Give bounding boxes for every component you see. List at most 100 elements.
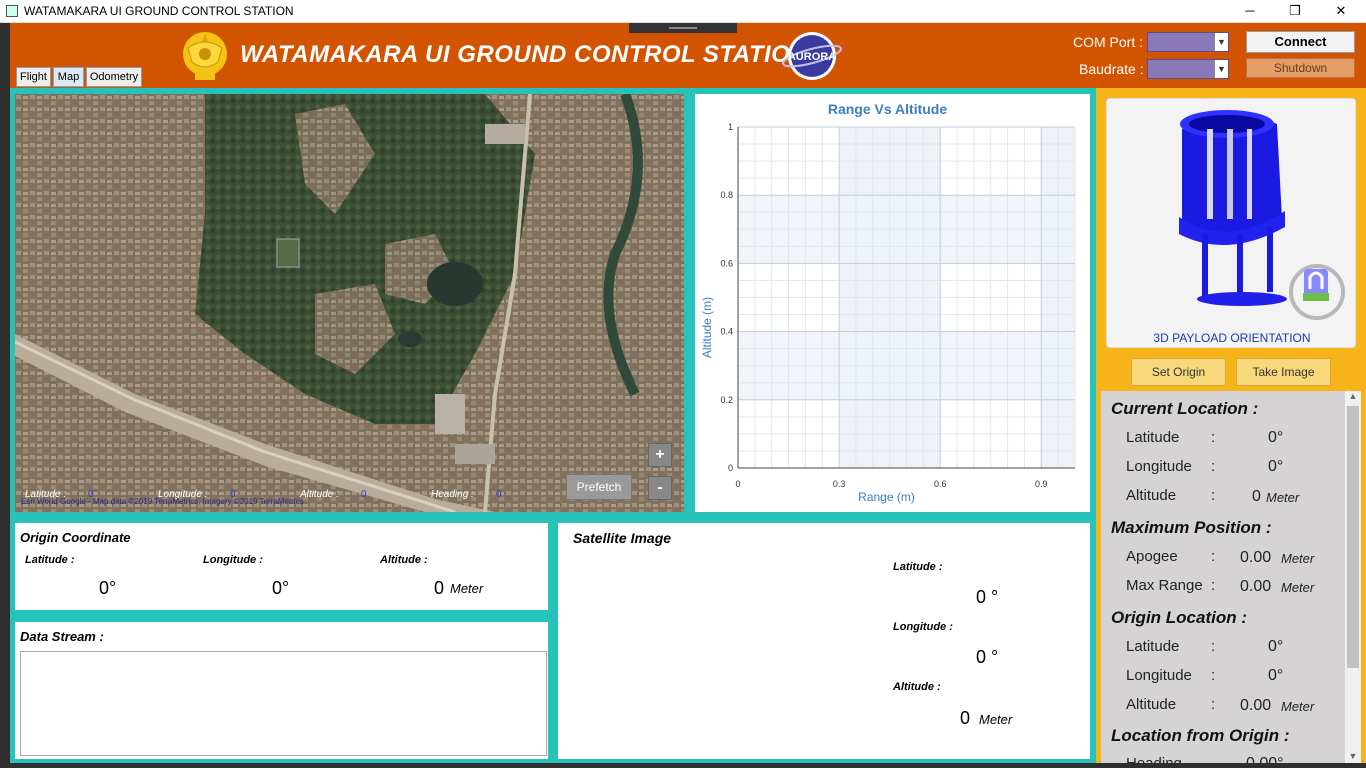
- info-scrollbar[interactable]: ▲ ▼: [1345, 391, 1361, 768]
- map-heading-label: Heading :: [431, 489, 474, 500]
- current-lat-colon: :: [1211, 429, 1216, 446]
- bottom-edge: [0, 763, 1366, 768]
- com-port-label: COM Port :: [1073, 34, 1144, 50]
- com-port-select[interactable]: ▼: [1147, 32, 1229, 52]
- origin-location-title: Origin Location :: [1111, 608, 1247, 627]
- chart-title: Range Vs Altitude: [827, 101, 948, 117]
- set-origin-button[interactable]: Set Origin: [1131, 358, 1226, 386]
- satellite-alt-value: 0: [960, 708, 971, 728]
- x-tick-label: 0: [735, 479, 740, 489]
- chart-svg: 0 0.3 0.6 0.9 0 0.2 0.4 0.6 0.8 1 Range (m) Altitud…: [700, 122, 1076, 504]
- origin-loc-lon-value: 0°: [1268, 667, 1284, 684]
- origin-loc-alt-value: 0.00: [1240, 697, 1272, 714]
- origin-lat-value: 0°: [99, 578, 117, 598]
- zoom-in-button[interactable]: +: [648, 443, 672, 467]
- origin-loc-alt-colon: :: [1211, 696, 1216, 713]
- close-button[interactable]: ✕: [1318, 0, 1364, 23]
- window-titlebar: WATAMAKARA UI GROUND CONTROL STATION ─ ❐…: [0, 0, 1366, 23]
- current-alt-unit: Meter: [1266, 490, 1300, 505]
- origin-loc-lon-label: Longitude: [1126, 667, 1192, 684]
- current-lon-colon: :: [1211, 458, 1216, 475]
- origin-title: Origin Coordinate: [20, 530, 131, 545]
- satellite-title: Satellite Image: [573, 530, 672, 546]
- tab-map[interactable]: Map: [53, 67, 84, 87]
- map-altitude-value: 0: [361, 489, 367, 500]
- range-altitude-chart: 0 0.3 0.6 0.9 0 0.2 0.4 0.6 0.8 1 Range (m) Altitud…: [695, 94, 1090, 512]
- max-range-colon: :: [1211, 577, 1216, 594]
- prefetch-button[interactable]: Prefetch: [566, 474, 632, 500]
- x-tick-label: 0.6: [934, 479, 947, 489]
- scrollbar-thumb[interactable]: [1347, 406, 1359, 668]
- satellite-alt-label: Altitude :: [893, 681, 941, 693]
- satellite-lat-value: 0 °: [976, 587, 999, 607]
- maximize-button[interactable]: ❐: [1272, 0, 1318, 23]
- satellite-map[interactable]: Latitude : 0 Longitude : 0 Altitude : 0 …: [15, 94, 684, 512]
- baudrate-select[interactable]: ▼: [1147, 59, 1229, 79]
- zoom-out-button[interactable]: -: [648, 476, 672, 500]
- origin-lat-label: Latitude :: [25, 554, 75, 566]
- origin-lon-label: Longitude :: [203, 554, 263, 566]
- chevron-down-icon: ▼: [1214, 60, 1228, 78]
- origin-alt-value: 0: [434, 578, 445, 598]
- payload-3d-model-icon: [1179, 110, 1345, 320]
- apogee-unit: Meter: [1281, 551, 1315, 566]
- apogee-label: Apogee: [1126, 548, 1178, 565]
- baudrate-label: Baudrate :: [1079, 61, 1144, 77]
- satellite-image-panel: Satellite Image Latitude : 0 ° Longitude…: [558, 523, 1090, 759]
- tab-flight[interactable]: Flight: [16, 67, 51, 87]
- scroll-up-icon[interactable]: ▲: [1345, 391, 1361, 405]
- origin-lon-value: 0°: [272, 578, 290, 598]
- left-edge: [0, 23, 10, 768]
- minimize-button[interactable]: ─: [1227, 0, 1273, 23]
- data-stream-title: Data Stream :: [20, 629, 104, 644]
- map-attribution: Esri World Google - Map data ©2019 Terra…: [21, 497, 304, 506]
- x-tick-label: 0.9: [1035, 479, 1048, 489]
- y-tick-label: 1: [728, 122, 733, 132]
- satellite-alt-unit: Meter: [979, 712, 1013, 727]
- data-stream-textbox[interactable]: [20, 651, 547, 756]
- current-alt-value: 0: [1252, 488, 1261, 505]
- map-heading-value: 0: [496, 489, 502, 500]
- apogee-colon: :: [1211, 548, 1216, 565]
- y-tick-label: 0.6: [720, 258, 733, 268]
- connect-button[interactable]: Connect: [1246, 31, 1355, 53]
- origin-loc-alt-unit: Meter: [1281, 699, 1315, 714]
- window-title: WATAMAKARA UI GROUND CONTROL STATION: [24, 4, 294, 18]
- app-title: WATAMAKARA UI GROUND CONTROL STATION: [240, 41, 809, 68]
- current-location-title: Current Location :: [1111, 399, 1259, 418]
- payload-orientation-view[interactable]: 3D PAYLOAD ORIENTATION: [1106, 98, 1356, 348]
- chevron-down-icon: ▼: [1214, 33, 1228, 51]
- y-tick-label: 0.4: [720, 327, 733, 337]
- aurora-logo-text: AURORA: [788, 51, 836, 63]
- current-alt-label: Altitude: [1126, 487, 1177, 504]
- location-from-origin-title: Location from Origin :: [1111, 726, 1290, 745]
- university-logo-icon: [180, 28, 230, 84]
- app-icon: [6, 5, 18, 17]
- origin-loc-alt-label: Altitude: [1126, 696, 1177, 713]
- max-range-unit: Meter: [1281, 580, 1315, 595]
- orientation-label: 3D PAYLOAD ORIENTATION: [1153, 331, 1311, 345]
- origin-coordinate-panel: Origin Coordinate Latitude : 0° Longitud…: [15, 523, 548, 610]
- y-axis-label: Altitude (m): [700, 297, 714, 358]
- aurora-logo-icon: AURORA: [779, 30, 845, 82]
- satellite-lat-label: Latitude :: [893, 561, 943, 573]
- satellite-lon-value: 0 °: [976, 647, 999, 667]
- tab-odometry[interactable]: Odometry: [86, 67, 142, 87]
- current-alt-colon: :: [1211, 487, 1216, 504]
- max-range-label: Max Range: [1126, 577, 1203, 594]
- take-image-button[interactable]: Take Image: [1236, 358, 1331, 386]
- drag-grip[interactable]: [629, 23, 737, 33]
- origin-loc-lat-label: Latitude: [1126, 638, 1180, 655]
- origin-loc-lat-colon: :: [1211, 638, 1216, 655]
- current-lat-label: Latitude: [1126, 429, 1180, 446]
- max-range-value: 0.00: [1240, 578, 1272, 595]
- y-tick-label: 0.2: [720, 395, 733, 405]
- satellite-lon-label: Longitude :: [893, 621, 953, 633]
- max-position-title: Maximum Position :: [1111, 518, 1272, 537]
- y-tick-label: 0.8: [720, 190, 733, 200]
- location-info-panel: Current Location : Latitude : 0° Longitu…: [1101, 391, 1345, 768]
- origin-loc-lon-colon: :: [1211, 667, 1216, 684]
- y-tick-label: 0: [728, 463, 733, 473]
- x-tick-label: 0.3: [833, 479, 846, 489]
- shutdown-button[interactable]: Shutdown: [1246, 58, 1355, 78]
